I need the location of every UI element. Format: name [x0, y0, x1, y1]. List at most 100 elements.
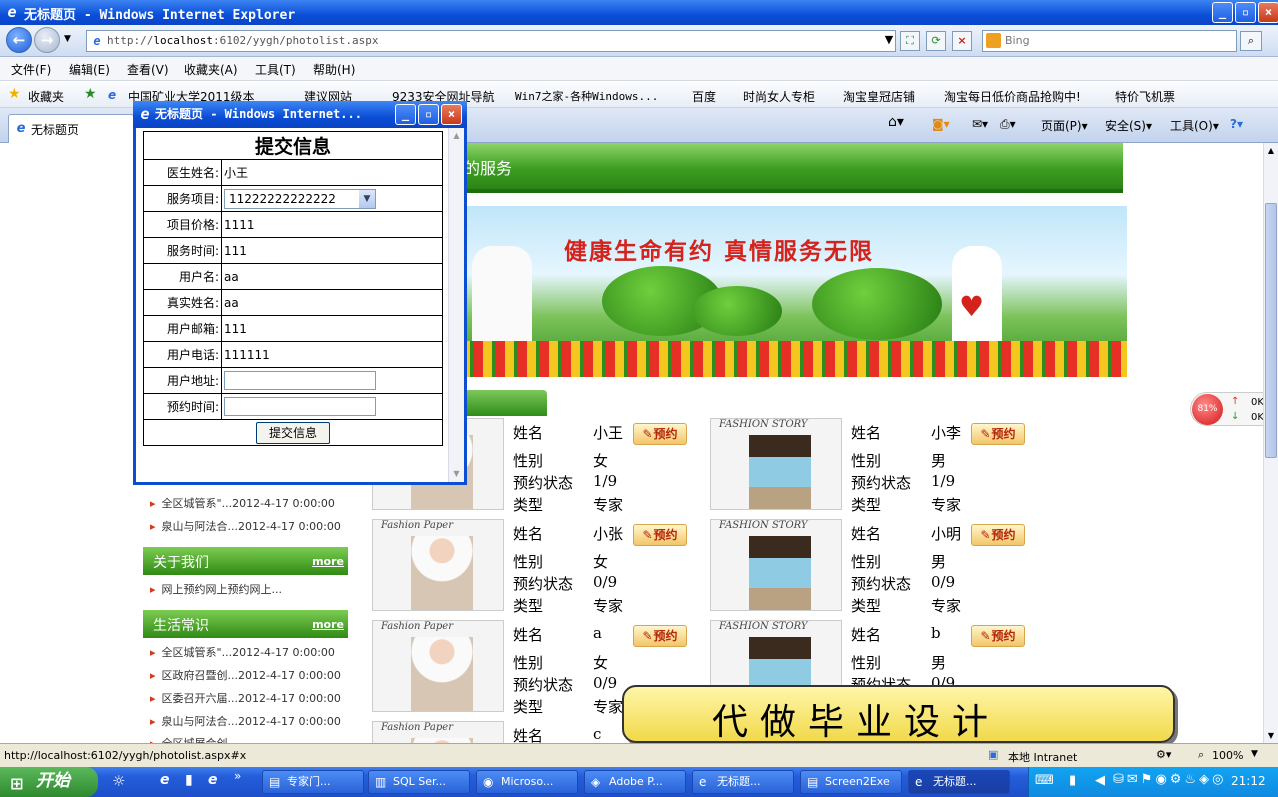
select-arrow-icon[interactable]: ▼: [359, 189, 375, 208]
service-select[interactable]: 11222222222222 ▼: [224, 188, 376, 209]
zoom-dropdown-icon[interactable]: ▼: [1251, 749, 1258, 759]
page-menu[interactable]: 页面(P)▾: [1041, 117, 1088, 134]
about-item[interactable]: 网上预约网上预约网上...: [150, 581, 283, 597]
tray-apps-icon[interactable]: ⛁✉⚑◉⚙♨◈◎: [1113, 772, 1226, 787]
menu-file[interactable]: 文件(F): [11, 61, 51, 78]
popup-scroll-up-icon[interactable]: ▲: [449, 128, 464, 143]
doctor-photo[interactable]: Fashion Paper: [372, 620, 504, 712]
minimize-button[interactable]: _: [1212, 2, 1233, 23]
fav-link-taobao-crown[interactable]: 淘宝皇冠店铺: [843, 88, 915, 105]
book-button[interactable]: ✎预约: [633, 524, 687, 546]
tray-arrow-icon[interactable]: ◀: [1095, 773, 1105, 788]
zoom-level[interactable]: 100%: [1212, 749, 1243, 762]
home-icon[interactable]: ⌂▾: [888, 114, 904, 130]
print-icon[interactable]: ⎙▾: [1000, 117, 1016, 132]
add-favorite-icon[interactable]: ★: [84, 86, 97, 102]
form-row: 预约时间:: [143, 393, 443, 420]
quicklaunch-ie-icon[interactable]: e: [160, 772, 170, 788]
quicklaunch-app-icon[interactable]: ▮: [185, 772, 193, 788]
popup-minimize-button[interactable]: _: [395, 104, 416, 125]
compat-view-icon[interactable]: ⛶: [900, 31, 920, 51]
taskbar-item[interactable]: e 无标题...: [908, 770, 1010, 794]
taskbar-item[interactable]: ▤ 专家门...: [262, 770, 364, 794]
back-button[interactable]: ←: [6, 27, 32, 53]
refresh-icon[interactable]: ⟳: [926, 31, 946, 51]
book-button[interactable]: ✎预约: [971, 423, 1025, 445]
fav-link-flights[interactable]: 特价飞机票: [1115, 88, 1175, 105]
doctor-photo[interactable]: FASHION STORY: [710, 519, 842, 611]
mail-icon[interactable]: ✉▾: [972, 117, 988, 131]
about-more-link[interactable]: more: [312, 555, 344, 568]
popup-scroll-down-icon[interactable]: ▼: [449, 466, 464, 481]
menu-edit[interactable]: 编辑(E): [69, 61, 110, 78]
tips-item[interactable]: 全区城展合创...: [150, 735, 239, 743]
search-icon[interactable]: ⌕: [1240, 31, 1262, 51]
tips-item[interactable]: 全区城管系"...2012-4-17 0:00:00: [150, 644, 335, 660]
menu-favorites[interactable]: 收藏夹(A): [184, 61, 238, 78]
history-dropdown-icon[interactable]: ▼: [64, 34, 71, 44]
close-button[interactable]: ×: [1258, 2, 1278, 23]
taskbar-item[interactable]: e 无标题...: [692, 770, 794, 794]
menu-tools[interactable]: 工具(T): [255, 61, 296, 78]
page-scrollbar[interactable]: ▲ ▼: [1263, 143, 1278, 743]
doctor-photo[interactable]: Fashion Paper: [372, 721, 504, 743]
search-input[interactable]: Bing: [982, 30, 1237, 52]
doctor-type: 专家: [931, 597, 962, 615]
quicklaunch-ie2-icon[interactable]: e: [208, 772, 218, 788]
taskbar-item[interactable]: ◉ Microso...: [476, 770, 578, 794]
help-icon[interactable]: ?▾: [1230, 117, 1243, 131]
address-input[interactable]: e http://localhost:6102/yygh/photolist.a…: [86, 30, 896, 52]
doctor-photo[interactable]: FASHION STORY: [710, 418, 842, 510]
address-path: :6102/yygh/photolist.aspx: [212, 34, 379, 47]
book-button[interactable]: ✎预约: [633, 423, 687, 445]
tips-more-link[interactable]: more: [312, 618, 344, 631]
tips-item[interactable]: 区委召开六届...2012-4-17 0:00:00: [150, 690, 341, 706]
rss-icon[interactable]: ◙▾: [932, 117, 950, 131]
scroll-thumb[interactable]: [1265, 203, 1277, 458]
menu-view[interactable]: 查看(V): [127, 61, 169, 78]
taskbar-item-label: 专家门...: [287, 775, 331, 788]
scroll-down-icon[interactable]: ▼: [1264, 728, 1278, 743]
tools-menu[interactable]: 工具(O)▾: [1170, 117, 1219, 134]
favorites-button[interactable]: 收藏夹: [28, 88, 64, 105]
doctor-status: 0/9: [931, 573, 956, 591]
tab-untitled[interactable]: e 无标题页: [8, 114, 134, 143]
taskbar-item[interactable]: ◈ Adobe P...: [584, 770, 686, 794]
tray-keyboard-icon[interactable]: ⌨: [1035, 773, 1054, 788]
tools-menu-label: 工具(O): [1170, 119, 1213, 133]
start-button[interactable]: ⊞ 开始: [0, 767, 98, 797]
quicklaunch-more-icon[interactable]: »: [234, 769, 241, 783]
submit-button[interactable]: 提交信息: [256, 421, 330, 444]
fav-link-win7[interactable]: Win7之家-各种Windows...: [515, 88, 658, 104]
tray-clock[interactable]: 21:12: [1231, 774, 1266, 788]
book-button[interactable]: ✎预约: [971, 524, 1025, 546]
tray-battery-icon[interactable]: ▮: [1069, 773, 1076, 788]
doctor-photo[interactable]: Fashion Paper: [372, 519, 504, 611]
fav-link-fashion[interactable]: 时尚女人专柜: [743, 88, 815, 105]
scroll-up-icon[interactable]: ▲: [1264, 143, 1278, 158]
popup-maximize-button[interactable]: ▫: [418, 104, 439, 125]
tips-item[interactable]: 泉山与阿法合...2012-4-17 0:00:00: [150, 713, 341, 729]
taskbar-item[interactable]: ▤ Screen2Exe: [800, 770, 902, 794]
menu-help[interactable]: 帮助(H): [313, 61, 355, 78]
address-toolbar: ← → ▼ e http://localhost:6102/yygh/photo…: [0, 25, 1278, 57]
address-field[interactable]: [224, 371, 376, 390]
safety-menu[interactable]: 安全(S)▾: [1105, 117, 1152, 134]
sidebar-news-item[interactable]: 全区城管系"...2012-4-17 0:00:00: [150, 495, 335, 511]
popup-scrollbar[interactable]: ▲ ▼: [448, 128, 464, 482]
booking-time-field[interactable]: [224, 397, 376, 416]
popup-close-button[interactable]: ×: [441, 104, 462, 125]
address-dropdown-icon[interactable]: ▼: [879, 31, 899, 51]
sidebar-news-item[interactable]: 泉山与阿法合...2012-4-17 0:00:00: [150, 518, 341, 534]
fav-link-baidu[interactable]: 百度: [692, 88, 716, 105]
forward-button[interactable]: →: [34, 27, 60, 53]
protected-mode-icon[interactable]: ⚙▾: [1156, 748, 1171, 761]
quicklaunch-icon[interactable]: ☼: [112, 772, 125, 790]
tips-item[interactable]: 区政府召暨创...2012-4-17 0:00:00: [150, 667, 341, 683]
fav-link-taobao-daily[interactable]: 淘宝每日低价商品抢购中!: [944, 88, 1081, 105]
stop-icon[interactable]: ×: [952, 31, 972, 51]
book-button[interactable]: ✎预约: [633, 625, 687, 647]
maximize-button[interactable]: ▫: [1235, 2, 1256, 23]
taskbar-item[interactable]: ▥ SQL Ser...: [368, 770, 470, 794]
book-button[interactable]: ✎预约: [971, 625, 1025, 647]
